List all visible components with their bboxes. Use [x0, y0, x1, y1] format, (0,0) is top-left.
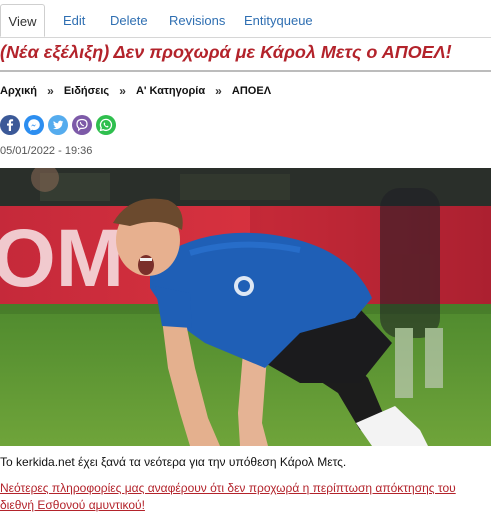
- breadcrumb-team[interactable]: ΑΠΟΕΛ: [232, 85, 271, 97]
- breadcrumb-home[interactable]: Αρχική: [0, 85, 37, 97]
- breadcrumb-news[interactable]: Ειδήσεις: [64, 85, 109, 97]
- breadcrumb-separator: »: [47, 84, 54, 98]
- twitter-share-button[interactable]: [48, 115, 68, 135]
- breadcrumb-category[interactable]: Α' Κατηγορία: [136, 85, 205, 97]
- messenger-share-button[interactable]: [24, 115, 44, 135]
- svg-text:OM: OM: [0, 213, 124, 304]
- whatsapp-icon: [99, 118, 113, 132]
- local-tasks-tabs: View Edit Delete Revisions Entityqueue: [0, 0, 491, 38]
- tab-delete[interactable]: Delete: [110, 4, 148, 37]
- page: View Edit Delete Revisions Entityqueue (…: [0, 0, 491, 520]
- viber-icon: [76, 118, 88, 132]
- breadcrumb: Αρχική » Ειδήσεις » Α' Κατηγορία » ΑΠΟΕΛ: [0, 84, 271, 100]
- publish-date: 05/01/2022 - 19:36: [0, 145, 93, 157]
- whatsapp-share-button[interactable]: [96, 115, 116, 135]
- facebook-share-button[interactable]: [0, 115, 20, 135]
- tab-revisions[interactable]: Revisions: [169, 4, 225, 37]
- breadcrumb-separator: »: [215, 84, 222, 98]
- football-player-image: OM: [0, 168, 491, 446]
- twitter-icon: [53, 120, 64, 130]
- page-title: (Νέα εξέλιξη) Δεν προχωρά με Κάρολ Μετς …: [0, 42, 452, 62]
- viber-share-button[interactable]: [72, 115, 92, 135]
- messenger-icon: [28, 119, 40, 131]
- tab-edit[interactable]: Edit: [63, 4, 85, 37]
- tab-entityqueue[interactable]: Entityqueue: [244, 4, 313, 37]
- article-link[interactable]: Νεότερες πληροφορίες μας αναφέρουν ότι δ…: [0, 480, 491, 514]
- facebook-icon: [7, 119, 14, 131]
- title-divider: [0, 70, 491, 72]
- tab-view[interactable]: View: [0, 4, 45, 37]
- article-photo: OM: [0, 168, 491, 446]
- breadcrumb-separator: »: [119, 84, 126, 98]
- article-lead: Το kerkida.net έχει ξανά τα νεότερα για …: [0, 455, 347, 469]
